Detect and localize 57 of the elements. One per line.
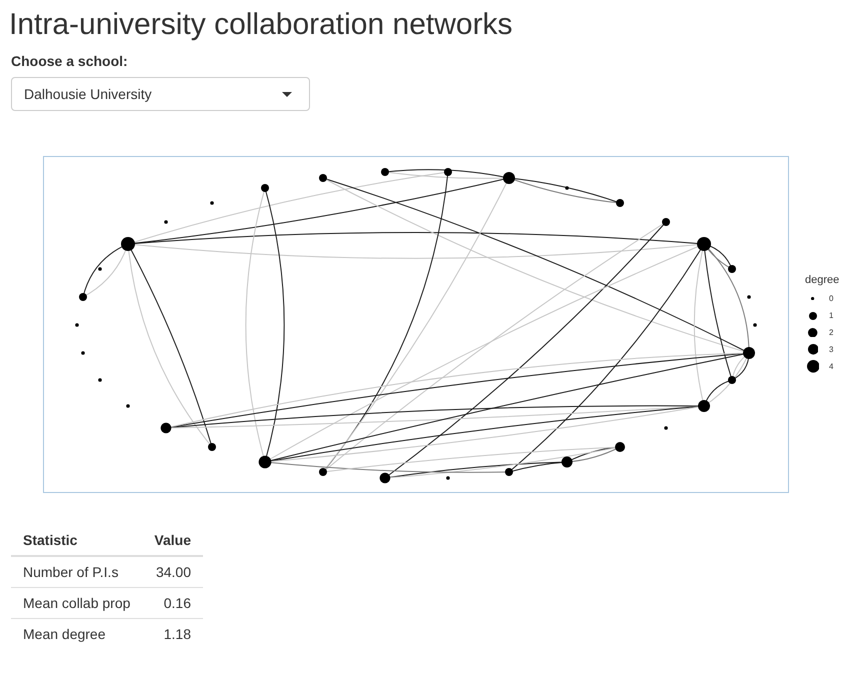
- node-dot: [444, 168, 452, 176]
- node-dot: [261, 184, 269, 192]
- node-dot: [81, 351, 85, 355]
- node-dot: [728, 265, 736, 273]
- node-dot: [160, 422, 172, 434]
- page-title: Intra-university collaboration networks: [9, 8, 513, 41]
- table-cell: 34.00: [142, 556, 203, 588]
- table-cell: Mean collab prop: [11, 588, 142, 618]
- field-label: Choose a school:: [11, 52, 128, 71]
- node-dot: [616, 199, 624, 207]
- node-dot: [728, 376, 736, 384]
- node-dot: [505, 468, 513, 476]
- node-dot: [446, 476, 450, 480]
- node-dot: [503, 172, 515, 184]
- node-dot: [164, 220, 168, 224]
- node-dot: [381, 168, 389, 176]
- caret-icon: [282, 92, 292, 96]
- node-dot: [615, 442, 625, 452]
- node-dot: [208, 443, 216, 451]
- node-dot: [75, 323, 79, 327]
- node-dot: [747, 295, 751, 299]
- dot-icon: [808, 344, 818, 355]
- table-cell: 0.16: [142, 588, 203, 618]
- node-dot: [662, 218, 670, 226]
- node-dot: [258, 456, 272, 468]
- node-dot: [753, 323, 757, 327]
- dot-icon: [806, 360, 820, 373]
- node-dot: [98, 378, 102, 382]
- node-dot: [697, 237, 711, 251]
- node-dot: [743, 347, 755, 359]
- node-dot: [562, 456, 572, 468]
- dot-icon: [811, 296, 815, 300]
- column-header: Statistic: [11, 525, 142, 556]
- node-dot: [319, 468, 327, 476]
- node-dot: [121, 237, 135, 251]
- node-dot: [698, 400, 710, 412]
- table-cell: Mean degree: [11, 618, 142, 649]
- dot-icon: [809, 312, 817, 320]
- dot-icon: [808, 328, 818, 338]
- node-dot: [98, 267, 102, 271]
- legend-title: degree: [805, 274, 840, 287]
- legend-label: 2: [829, 328, 834, 338]
- table-cell: Number of P.I.s: [11, 556, 142, 588]
- legend-label: 4: [829, 362, 834, 372]
- node-dot: [319, 174, 327, 182]
- node-dot: [210, 201, 214, 205]
- node-dot: [380, 472, 390, 484]
- node-dot: [664, 426, 668, 430]
- legend-label: 0: [829, 294, 834, 304]
- legend-label: 1: [829, 310, 834, 320]
- table-cell: 1.18: [142, 618, 203, 649]
- node-dot: [126, 404, 130, 408]
- node-dot: [79, 293, 87, 301]
- column-header: Value: [142, 525, 203, 556]
- node-dot: [565, 186, 569, 190]
- school-select[interactable]: Dalhousie University: [11, 77, 310, 111]
- legend-label: 3: [829, 344, 834, 354]
